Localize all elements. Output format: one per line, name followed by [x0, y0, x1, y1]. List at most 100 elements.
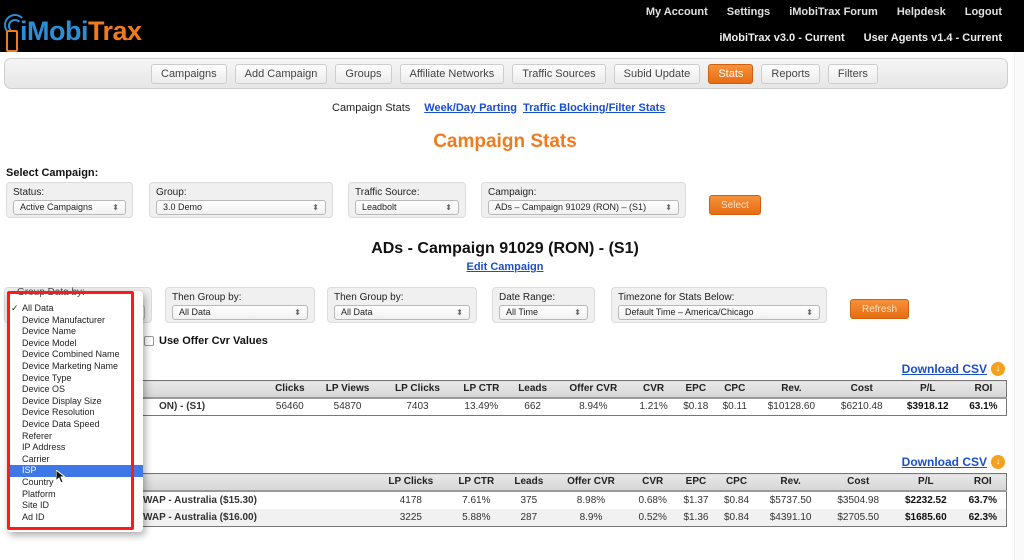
cell-lp-clicks: 4178 [399, 494, 422, 506]
group-select[interactable]: 3.0 Demo ⬍ [156, 200, 326, 215]
select-arrows-icon: ⬍ [312, 203, 319, 212]
download-csv-link[interactable]: Download CSV [902, 362, 987, 376]
col-cvr[interactable]: CVR [631, 380, 676, 399]
col-lp-ctr[interactable]: LP CTR [447, 473, 506, 492]
option-site-id[interactable]: Site ID [7, 500, 143, 512]
settings-link[interactable]: Settings [727, 6, 770, 18]
col-roi[interactable]: ROI [960, 380, 1007, 399]
col-leads[interactable]: Leads [505, 473, 553, 492]
status-select[interactable]: Active Campaigns ⬍ [13, 200, 126, 215]
campaign-filter: Campaign: ADs – Campaign 91029 (RON) – (… [481, 182, 686, 218]
download-csv-1: Download CSV ↓ [902, 362, 1005, 376]
col-offer-cvr[interactable]: Offer CVR [555, 380, 632, 399]
group-data-by-dropdown-menu: Group Data by: ✓ All Data Device Manufact… [7, 287, 143, 532]
cell-cpc: $0.84 [716, 508, 757, 527]
cell-lp-ctr: 7.61% [462, 494, 491, 506]
option-device-marketing-name[interactable]: Device Marketing Name [7, 361, 143, 373]
cell-cost: $2705.50 [824, 508, 893, 527]
select-button[interactable]: Select [709, 195, 761, 215]
option-device-display-size[interactable]: Device Display Size [7, 396, 143, 408]
then-group-by-1-select[interactable]: All Data ⬍ [172, 305, 308, 320]
logout-link[interactable]: Logout [965, 6, 1002, 18]
option-all-data[interactable]: ✓ All Data [7, 303, 143, 315]
campaign-select[interactable]: ADs – Campaign 91029 (RON) – (S1) ⬍ [488, 200, 679, 215]
col-cvr[interactable]: CVR [629, 473, 676, 492]
download-csv-link[interactable]: Download CSV [902, 455, 987, 469]
col-clicks[interactable]: Clicks [266, 380, 314, 399]
then-group-by-2-select[interactable]: All Data ⬍ [334, 305, 470, 320]
col-lp-ctr[interactable]: LP CTR [452, 380, 510, 399]
nav-stats[interactable]: Stats [708, 64, 754, 84]
week-day-parting-link[interactable]: Week/Day Parting [424, 102, 517, 114]
col-cost[interactable]: Cost [824, 473, 893, 492]
col-rev[interactable]: Rev. [753, 380, 829, 399]
cell-offer-cvr: 8.94% [579, 401, 608, 413]
group-label: Group: [156, 187, 187, 198]
traffic-source-select[interactable]: Leadbolt ⬍ [355, 200, 459, 215]
nav-groups[interactable]: Groups [335, 64, 392, 84]
option-device-manufacturer[interactable]: Device Manufacturer [7, 315, 143, 327]
cell-offer-cvr: 8.98% [576, 494, 606, 506]
download-arrow-icon[interactable]: ↓ [991, 362, 1005, 376]
option-ad-id[interactable]: Ad ID [7, 512, 143, 524]
edit-campaign-link[interactable]: Edit Campaign [466, 261, 543, 273]
scrollbar-track[interactable] [1014, 52, 1024, 560]
date-range-select[interactable]: All Time ⬍ [499, 305, 588, 320]
nav-traffic-sources[interactable]: Traffic Sources [512, 64, 606, 84]
col-cost[interactable]: Cost [828, 380, 895, 399]
col-lp-clicks[interactable]: LP Clicks [374, 473, 448, 492]
nav-filters[interactable]: Filters [827, 64, 878, 84]
col-rev[interactable]: Rev. [756, 473, 825, 492]
option-device-resolution[interactable]: Device Resolution [7, 407, 143, 419]
option-device-name[interactable]: Device Name [7, 326, 143, 338]
cell-rev: $10128.60 [767, 401, 816, 413]
col-pl[interactable]: P/L [892, 473, 960, 492]
main-nav: Campaigns Add Campaign Groups Affiliate … [4, 58, 1008, 89]
select-arrows-icon: ⬍ [445, 203, 452, 212]
option-device-data-speed[interactable]: Device Data Speed [7, 419, 143, 431]
use-offer-cvr-option[interactable]: Use Offer Cvr Values [144, 335, 268, 347]
stats-subnav: Campaign Stats Week/Day Parting Traffic … [332, 102, 671, 114]
nav-campaigns[interactable]: Campaigns [151, 64, 227, 84]
option-device-type[interactable]: Device Type [7, 373, 143, 385]
option-country[interactable]: Country [7, 477, 143, 489]
nav-reports[interactable]: Reports [761, 64, 820, 84]
then-group-by-1-filter: Then Group by: All Data ⬍ [165, 287, 315, 323]
refresh-button[interactable]: Refresh [850, 299, 910, 319]
cell-pl: $1685.60 [892, 508, 960, 527]
col-lp-views[interactable]: LP Views [313, 380, 382, 399]
timezone-select[interactable]: Default Time – America/Chicago ⬍ [618, 305, 820, 320]
use-offer-cvr-checkbox[interactable] [144, 336, 154, 346]
forum-link[interactable]: iMobiTrax Forum [789, 6, 878, 18]
option-device-os[interactable]: Device OS [7, 384, 143, 396]
mouse-cursor-icon [56, 470, 66, 484]
traffic-blocking-link[interactable]: Traffic Blocking/Filter Stats [523, 102, 665, 114]
cell-cvr: 0.52% [629, 508, 676, 527]
col-roi[interactable]: ROI [959, 473, 1007, 492]
my-account-link[interactable]: My Account [646, 6, 708, 18]
logo[interactable]: iMobiTrax [4, 6, 142, 52]
option-device-model[interactable]: Device Model [7, 338, 143, 350]
option-ip-address[interactable]: IP Address [7, 442, 143, 454]
option-referer[interactable]: Referer [7, 431, 143, 443]
col-cpc[interactable]: CPC [715, 380, 754, 399]
option-platform[interactable]: Platform [7, 489, 143, 501]
nav-add-campaign[interactable]: Add Campaign [234, 64, 328, 84]
option-isp[interactable]: ISP [7, 465, 143, 477]
logo-signal-phone-icon [4, 14, 26, 52]
col-pl[interactable]: P/L [894, 380, 961, 399]
option-device-combined-name[interactable]: Device Combined Name [7, 349, 143, 361]
download-arrow-icon[interactable]: ↓ [991, 455, 1005, 469]
option-carrier[interactable]: Carrier [7, 454, 143, 466]
col-leads[interactable]: Leads [509, 380, 556, 399]
col-lp-clicks[interactable]: LP Clicks [382, 380, 453, 399]
col-epc[interactable]: EPC [675, 473, 717, 492]
col-epc[interactable]: EPC [675, 380, 716, 399]
nav-subid-update[interactable]: Subid Update [613, 64, 701, 84]
nav-affiliate-networks[interactable]: Affiliate Networks [399, 64, 505, 84]
col-offer-cvr[interactable]: Offer CVR [552, 473, 630, 492]
col-cpc[interactable]: CPC [716, 473, 757, 492]
table-header-row: LP Clicks LP CTR Leads Offer CVR CVR EPC… [8, 473, 1007, 492]
cell-leads: 287 [505, 508, 553, 527]
helpdesk-link[interactable]: Helpdesk [897, 6, 946, 18]
